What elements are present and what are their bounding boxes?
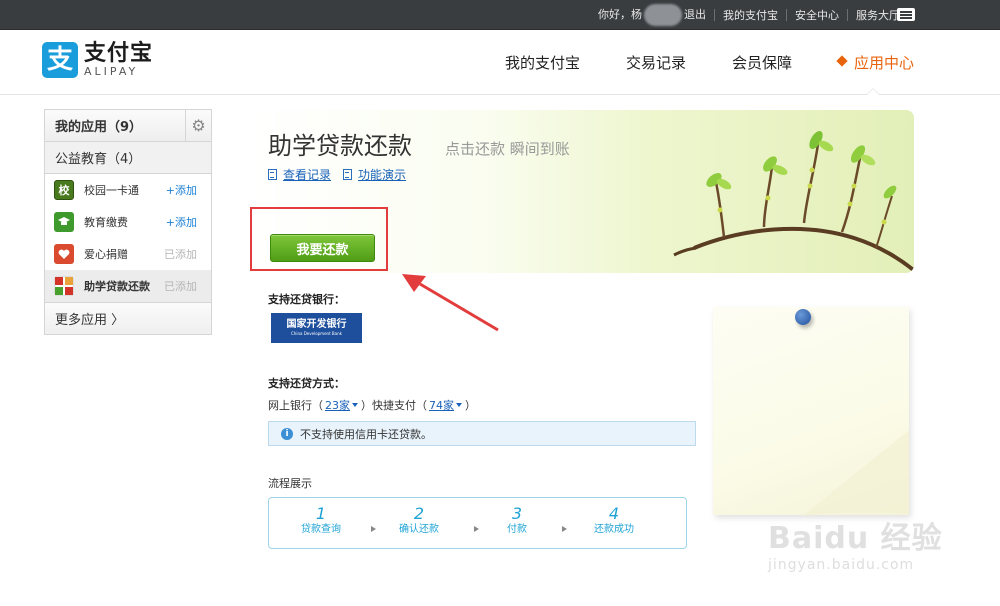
flow-step: 4 还款成功 [594,504,634,536]
flow-step: 3 付款 [507,504,527,536]
nav-app-center[interactable]: 应用中心 [836,52,914,73]
cdb-bank-logo: 国家开发银行 China Development Bank [271,313,362,343]
security-center-link[interactable]: 安全中心 [787,7,847,23]
banner-links: 查看记录 功能演示 [268,166,418,183]
method-line: 网上银行（ 23家 ）快捷支付（ 74家 ） [268,397,476,413]
chevron-down-icon[interactable] [352,403,358,407]
arrow-right-icon [371,526,376,532]
sidebar-item-education-fee[interactable]: 教育缴费 +添加 [45,206,211,238]
document-icon [343,169,353,180]
sidebar-more-apps[interactable]: 更多应用 〉 [45,302,211,334]
main-nav: 我的支付宝 交易记录 会员保障 应用中心 [459,30,914,95]
sidebar-item-student-loan[interactable]: 助学贷款还款 已添加 [45,270,211,302]
my-alipay-link[interactable]: 我的支付宝 [715,7,786,23]
flow-step: 2 确认还款 [399,504,439,536]
process-flow: 1 贷款查询 2 确认还款 3 付款 4 还款成功 [268,497,687,549]
flow-label: 流程展示 [268,477,312,490]
alipay-logo[interactable]: 支 支付宝 ALIPAY [42,42,153,78]
nav-transactions[interactable]: 交易记录 [626,52,686,73]
baidu-jingyan-watermark: Baidu 经验 jingyan.baidu.com [768,521,943,574]
top-links: 你好，杨 退出 我的支付宝 安全中心 服务大厅 [590,0,920,30]
add-link[interactable]: +添加 [166,182,197,198]
quick-pay-count-link[interactable]: 74家 [429,397,454,413]
flow-step: 1 贷款查询 [301,504,341,536]
chevron-down-icon[interactable] [456,403,462,407]
sidebar-my-apps[interactable]: 我的应用（9） ⚙ [45,110,211,142]
active-diamond-icon [836,55,848,67]
added-label: 已添加 [164,280,197,293]
arrow-right-icon [562,526,567,532]
gear-icon[interactable]: ⚙ [185,110,211,141]
nav-member-protection[interactable]: 会员保障 [732,52,792,73]
annotation-arrow [402,274,499,332]
method-label: 支持还贷方式： [268,377,345,390]
heart-box-icon [54,244,74,264]
sidebar: 我的应用（9） ⚙ 公益教育（4） 校 校园一卡通 +添加 教育缴费 +添加 爱… [44,109,212,335]
sidebar-item-donation[interactable]: 爱心捐赠 已添加 [45,238,211,270]
repay-button[interactable]: 我要还款 [270,234,375,262]
nav-my-alipay[interactable]: 我的支付宝 [505,52,580,73]
push-pin-icon [795,309,811,325]
sidebar-category[interactable]: 公益教育（4） [45,142,211,174]
student-loan-icon [54,276,74,296]
document-icon [268,169,277,180]
logo-text-en: ALIPAY [84,64,139,78]
page-subtitle: 点击还款 瞬间到账 [445,140,570,158]
demo-link[interactable]: 功能演示 [343,166,406,183]
header: 支 支付宝 ALIPAY 我的支付宝 交易记录 会员保障 应用中心 [0,30,1000,95]
sticky-note-curl [803,430,909,516]
logo-text-cn: 支付宝 [84,40,154,66]
blurred-username [644,4,682,26]
top-bar: 你好，杨 退出 我的支付宝 安全中心 服务大厅 [0,0,1000,30]
alipay-logo-icon: 支 [42,42,78,78]
add-link[interactable]: +添加 [166,214,197,230]
logout-link[interactable]: 退出 [684,8,706,21]
nav-pointer [866,88,880,95]
added-label: 已添加 [164,248,197,261]
graduation-cap-icon [54,212,74,232]
info-icon: i [281,427,293,440]
page-title: 助学贷款还款 [268,132,412,160]
greeting: 你好，杨 退出 [590,4,714,26]
view-records-link[interactable]: 查看记录 [268,166,331,183]
sidebar-item-campus-card[interactable]: 校 校园一卡通 +添加 [45,174,211,206]
menu-icon[interactable] [897,8,915,21]
sprout-branch-illustration [673,130,914,273]
credit-card-notice: i 不支持使用信用卡还贷款。 [268,421,696,446]
campus-card-icon: 校 [54,180,74,200]
online-bank-count-link[interactable]: 23家 [325,397,350,413]
bank-label: 支持还贷银行： [268,293,345,306]
